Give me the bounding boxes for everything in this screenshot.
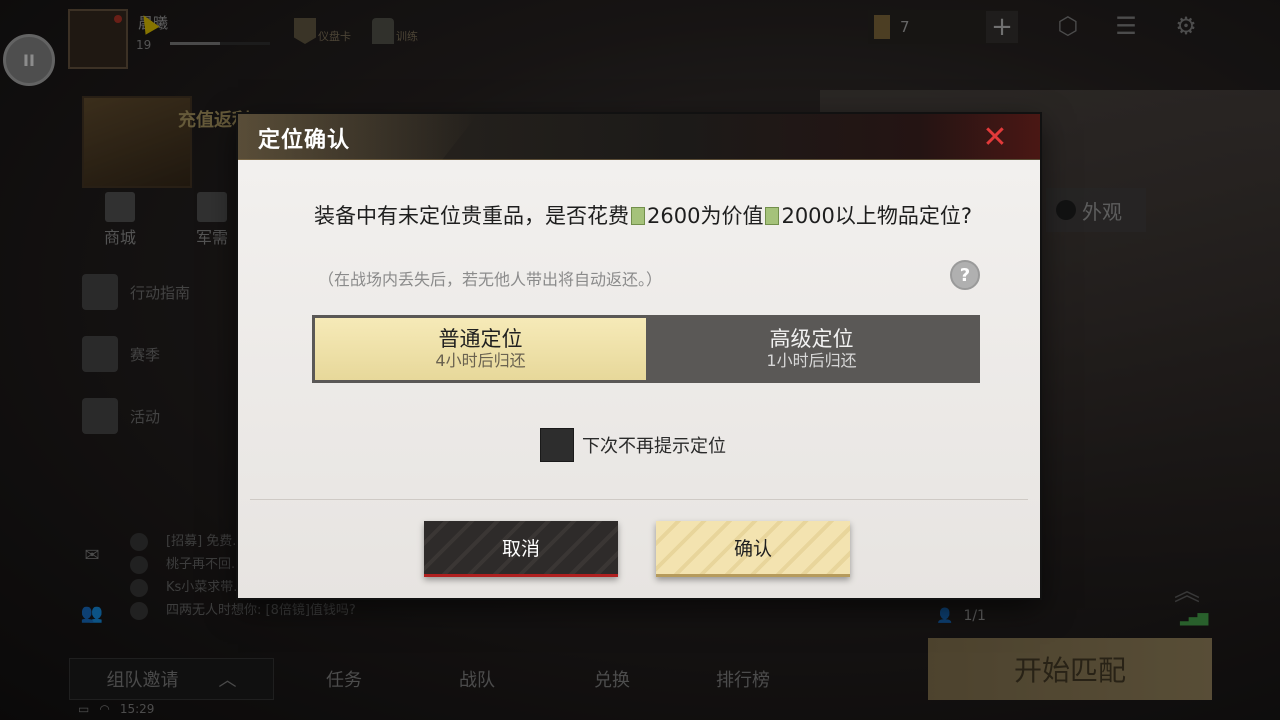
dont-remind-checkbox[interactable] <box>540 428 574 462</box>
option-title: 高级定位 <box>769 327 854 351</box>
option-advanced-locate[interactable]: 高级定位 1小时后归还 <box>646 318 977 380</box>
threshold-value: 2000 <box>781 204 835 228</box>
dialog-header: 定位确认 ✕ <box>238 114 1040 160</box>
dont-remind-label: 下次不再提示定位 <box>582 436 726 457</box>
help-icon[interactable]: ? <box>950 260 980 290</box>
option-subtitle: 4小时后归还 <box>435 351 526 370</box>
close-icon[interactable]: ✕ <box>978 120 1012 155</box>
option-title: 普通定位 <box>438 327 523 351</box>
message-text-1: 装备中有未定位贵重品，是否花费 <box>314 204 629 228</box>
locate-confirm-dialog: 定位确认 ✕ 装备中有未定位贵重品，是否花费 2600为价值 2000以上物品定位?… <box>238 114 1040 598</box>
cost-value: 2600 <box>647 204 701 228</box>
dialog-hint: （在战场内丢失后，若无他人带出将自动返还。） <box>318 270 663 289</box>
dialog-title: 定位确认 <box>258 128 351 153</box>
option-normal-locate[interactable]: 普通定位 4小时后归还 <box>315 318 646 380</box>
dialog-divider <box>250 499 1028 500</box>
cancel-button[interactable]: 取消 <box>424 521 618 577</box>
cash-icon <box>765 207 780 225</box>
option-subtitle: 1小时后归还 <box>766 351 857 370</box>
message-text-3: 以上物品定位? <box>834 204 973 228</box>
locate-option-group: 普通定位 4小时后归还 高级定位 1小时后归还 <box>312 315 980 383</box>
dialog-body: 装备中有未定位贵重品，是否花费 2600为价值 2000以上物品定位? （在战场内丢… <box>238 160 1040 598</box>
message-text-2: 为价值 <box>700 204 764 228</box>
cash-icon <box>631 207 645 225</box>
confirm-button[interactable]: 确认 <box>656 521 850 577</box>
dont-remind-toggle[interactable]: 下次不再提示定位 <box>540 428 726 462</box>
dialog-message: 装备中有未定位贵重品，是否花费 2600为价值 2000以上物品定位? <box>314 202 994 230</box>
